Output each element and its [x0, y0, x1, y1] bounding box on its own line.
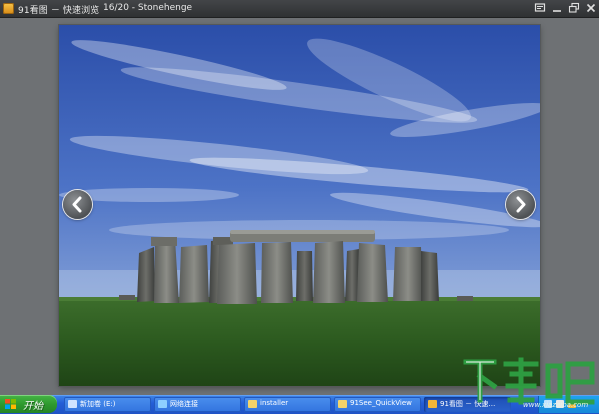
app-icon [428, 400, 437, 408]
next-image-button[interactable] [506, 190, 535, 219]
windows-logo-icon [5, 399, 16, 409]
previous-image-button[interactable] [63, 190, 92, 219]
folder-icon [248, 400, 257, 408]
app-title: 91看图 － 快速浏览 [18, 6, 100, 16]
network-icon [158, 400, 167, 408]
taskbar-item-installer[interactable]: installer [244, 397, 331, 412]
taskbar-item-quickview[interactable]: 91See_QuickView [334, 397, 421, 412]
chevron-left-icon [72, 196, 82, 213]
watermark-url: www.xiazaiba.com [523, 401, 589, 409]
minimize-icon[interactable] [551, 2, 563, 14]
taskbar-item-network[interactable]: 网络连接 [154, 397, 241, 412]
drive-icon [68, 400, 77, 408]
taskbar-item-drive-e[interactable]: 新加卷 (E:) [64, 397, 151, 412]
start-label: 开始 [23, 401, 43, 412]
maximize-icon[interactable] [568, 2, 580, 14]
task-label: 91See_QuickView [350, 399, 412, 407]
chevron-right-icon [516, 196, 526, 213]
photo-viewer-image[interactable] [59, 25, 540, 386]
title-bar: 91看图 － 快速浏览 16/20 - Stonehenge [0, 0, 599, 18]
app-logo-icon [3, 3, 14, 14]
image-title: 16/20 - Stonehenge [103, 3, 193, 13]
task-label: 网络连接 [170, 400, 198, 408]
task-label: 新加卷 (E:) [80, 400, 116, 408]
start-button[interactable]: 开始 [0, 395, 57, 413]
stonehenge-photo [59, 25, 540, 386]
close-icon[interactable] [585, 2, 597, 14]
folder-icon [338, 400, 347, 408]
task-label: installer [260, 399, 289, 407]
menu-icon[interactable] [534, 2, 546, 14]
